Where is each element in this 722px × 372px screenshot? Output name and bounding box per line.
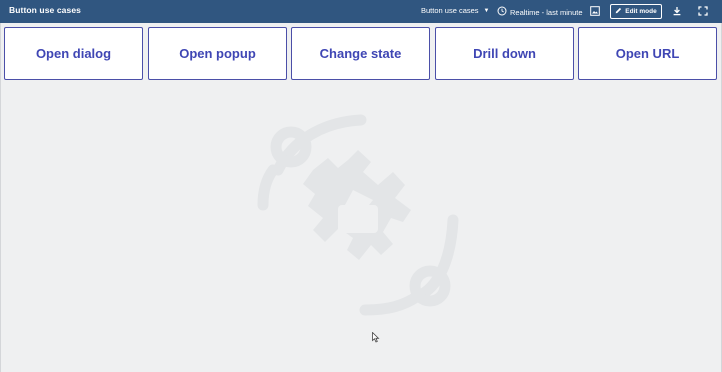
pencil-icon	[615, 7, 622, 16]
fullscreen-button[interactable]	[695, 4, 711, 19]
edit-mode-button[interactable]: Edit mode	[610, 4, 662, 19]
drill-down-label: Drill down	[473, 46, 536, 61]
dashboard-title: Button use cases	[9, 5, 81, 15]
image-icon	[590, 3, 600, 21]
open-dialog-label: Open dialog	[35, 46, 112, 61]
mouse-cursor-icon	[372, 330, 380, 348]
caret-down-icon: ▼	[483, 7, 490, 14]
thingsboard-logo-watermark	[253, 110, 468, 320]
edit-mode-label: Edit mode	[625, 8, 657, 15]
dashboard-selector-label: Button use cases	[421, 6, 479, 15]
time-range-label: Realtime - last minute	[510, 7, 583, 17]
clock-icon	[497, 6, 507, 18]
dashboard-toolbar: Button use cases Button use cases ▼ Real…	[0, 0, 722, 23]
dashboard-selector[interactable]: Button use cases ▼	[421, 6, 490, 15]
open-url-label: Open URL	[615, 46, 680, 61]
change-state-button[interactable]: Change state	[291, 27, 430, 80]
open-dialog-button[interactable]: Open dialog	[4, 27, 143, 80]
open-url-button[interactable]: Open URL	[578, 27, 717, 80]
open-popup-label: Open popup	[179, 46, 256, 61]
download-icon	[672, 3, 682, 21]
change-state-label: Change state	[319, 46, 402, 61]
open-popup-button[interactable]: Open popup	[148, 27, 287, 80]
drill-down-button[interactable]: Drill down	[435, 27, 574, 80]
download-button[interactable]	[669, 4, 685, 19]
time-range-selector[interactable]: Realtime - last minute	[497, 6, 583, 18]
fullscreen-icon	[698, 3, 708, 21]
image-export-button[interactable]	[587, 4, 603, 19]
